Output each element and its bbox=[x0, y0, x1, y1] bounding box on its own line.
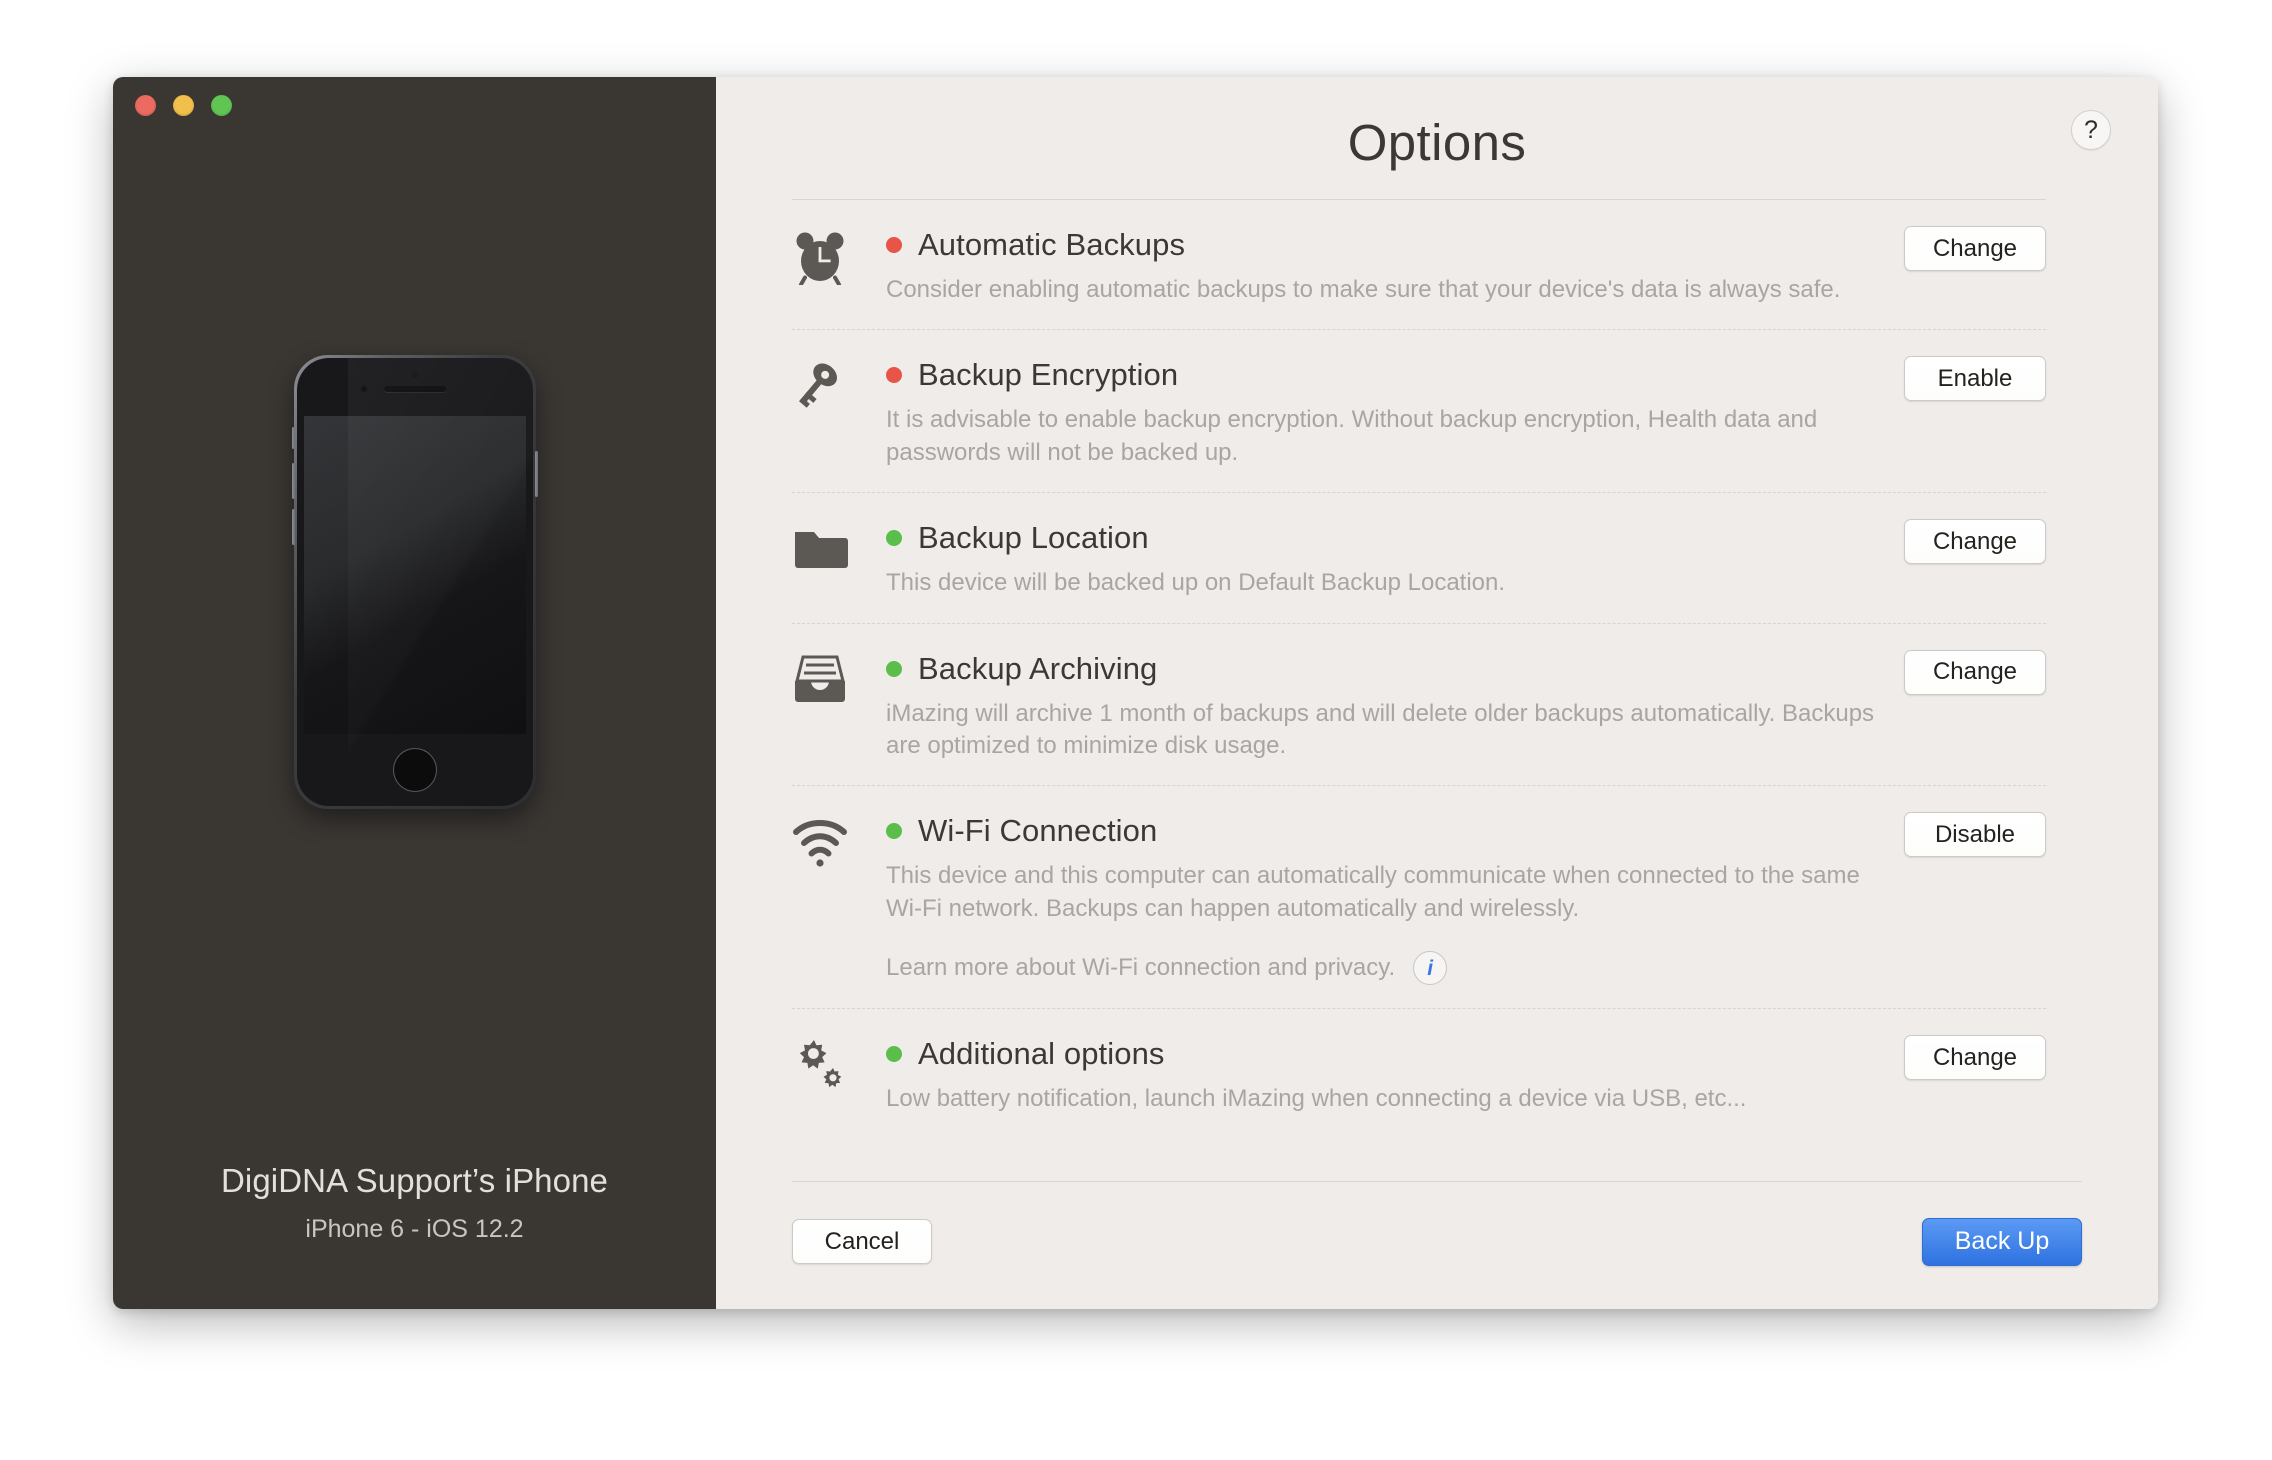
enable-backup-encryption-button[interactable]: Enable bbox=[1904, 356, 2046, 402]
gears-icon bbox=[792, 1034, 886, 1115]
device-info: DigiDNA Support’s iPhone iPhone 6 - iOS … bbox=[113, 1162, 716, 1244]
archive-tray-icon bbox=[792, 649, 886, 763]
status-dot-green bbox=[886, 660, 902, 677]
panel-footer: Cancel Back Up bbox=[792, 1181, 2082, 1309]
device-name: DigiDNA Support’s iPhone bbox=[220, 1162, 608, 1199]
device-sidebar: DigiDNA Support’s iPhone iPhone 6 - iOS … bbox=[113, 77, 716, 1309]
option-title: Additional options bbox=[918, 1036, 1165, 1072]
option-action: Enable bbox=[1904, 356, 2046, 402]
close-window-button[interactable] bbox=[135, 95, 156, 116]
status-dot-green bbox=[886, 530, 902, 547]
change-backup-archiving-button[interactable]: Change bbox=[1904, 649, 2046, 695]
option-title: Backup Archiving bbox=[918, 650, 1158, 686]
page-title: Options bbox=[1347, 114, 1527, 171]
option-row-wifi-connection: Wi-Fi Connection This device and this co… bbox=[792, 785, 2046, 1008]
option-title: Backup Encryption bbox=[918, 357, 1179, 393]
iphone-illustration bbox=[291, 355, 538, 809]
status-dot-green bbox=[886, 1046, 902, 1063]
device-model-os: iPhone 6 - iOS 12.2 bbox=[305, 1215, 524, 1243]
option-row-automatic-backups: Automatic Backups Consider enabling auto… bbox=[792, 200, 2046, 329]
option-row-additional-options: Additional options Low battery notificat… bbox=[792, 1008, 2046, 1138]
key-icon bbox=[792, 355, 886, 469]
status-dot-red bbox=[886, 237, 902, 253]
status-dot-green bbox=[886, 823, 902, 840]
change-backup-location-button[interactable]: Change bbox=[1904, 519, 2046, 565]
option-title: Wi-Fi Connection bbox=[918, 813, 1158, 849]
option-description: It is advisable to enable backup encrypt… bbox=[886, 406, 1818, 466]
change-automatic-backups-button[interactable]: Change bbox=[1904, 226, 2046, 271]
change-additional-options-button[interactable]: Change bbox=[1904, 1035, 2046, 1081]
options-list: Automatic Backups Consider enabling auto… bbox=[716, 199, 2158, 1181]
status-dot-red bbox=[886, 367, 902, 384]
maximize-window-button[interactable] bbox=[211, 95, 232, 116]
wifi-learn-more: Learn more about Wi-Fi connection and pr… bbox=[886, 951, 1886, 986]
option-title: Automatic Backups bbox=[918, 227, 1186, 262]
option-action: Change bbox=[1904, 649, 2046, 695]
home-button-graphic bbox=[392, 748, 437, 792]
option-action: Change bbox=[1904, 226, 2046, 271]
help-icon[interactable]: ? bbox=[2071, 110, 2111, 150]
disable-wifi-connection-button[interactable]: Disable bbox=[1904, 812, 2046, 858]
folder-icon bbox=[792, 518, 886, 599]
option-description: iMazing will archive 1 month of backups … bbox=[886, 699, 1875, 759]
option-row-backup-archiving: Backup Archiving iMazing will archive 1 … bbox=[792, 622, 2046, 786]
option-row-backup-location: Backup Location This device will be back… bbox=[792, 492, 2046, 622]
options-panel: Options ? Automatic Backups Consider ena… bbox=[716, 77, 2158, 1309]
wifi-icon bbox=[792, 811, 886, 985]
window-traffic-lights bbox=[135, 95, 232, 116]
option-title: Backup Location bbox=[918, 520, 1149, 556]
option-action: Change bbox=[1904, 1035, 2046, 1081]
wifi-learn-more-text: Learn more about Wi-Fi connection and pr… bbox=[886, 954, 1396, 982]
option-action: Disable bbox=[1904, 812, 2046, 858]
option-row-backup-encryption: Backup Encryption It is advisable to ena… bbox=[792, 329, 2046, 492]
cancel-button[interactable]: Cancel bbox=[792, 1219, 932, 1264]
option-description: Low battery notification, launch iMazing… bbox=[886, 1085, 1747, 1113]
option-description: Consider enabling automatic backups to m… bbox=[886, 276, 1841, 303]
back-up-button[interactable]: Back Up bbox=[1922, 1217, 2082, 1266]
imazing-options-window: DigiDNA Support’s iPhone iPhone 6 - iOS … bbox=[113, 77, 2158, 1309]
info-icon[interactable]: i bbox=[1413, 951, 1448, 986]
minimize-window-button[interactable] bbox=[173, 95, 194, 116]
panel-header: Options ? bbox=[716, 77, 2158, 199]
option-description: This device and this computer can automa… bbox=[886, 862, 1860, 922]
alarm-clock-icon bbox=[792, 225, 886, 306]
option-action: Change bbox=[1904, 519, 2046, 565]
option-description: This device will be backed up on Default… bbox=[886, 569, 1506, 597]
